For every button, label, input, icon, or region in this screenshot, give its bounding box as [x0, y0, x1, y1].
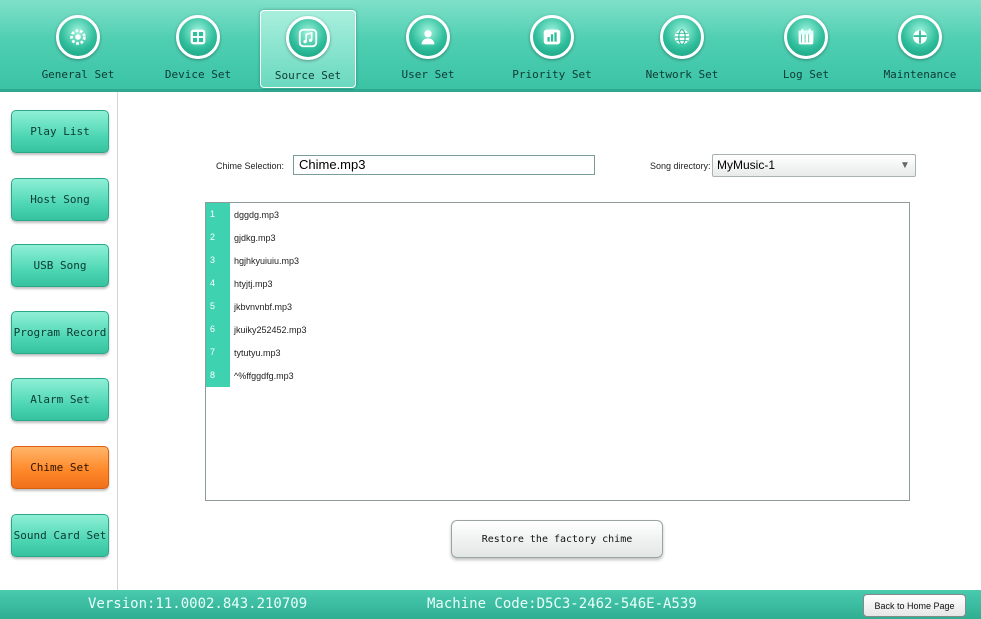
footer-bar: Version:11.0002.843.210709 Machine Code:… — [0, 590, 981, 619]
song-name: htyjtj.mp3 — [234, 278, 273, 289]
list-item[interactable]: 7 tytutyu.mp3 — [206, 341, 909, 364]
nav-label: User Set — [401, 68, 455, 81]
song-directory-select[interactable]: MyMusic-1 ▼ — [712, 154, 916, 177]
nav-label: General Set — [41, 68, 115, 81]
sidebar-item-sound-card-set[interactable]: Sound Card Set — [11, 514, 109, 557]
nav-label: Device Set — [164, 68, 232, 81]
song-number: 3 — [206, 249, 230, 272]
user-icon — [406, 15, 450, 59]
nav-source-set[interactable]: Source Set — [260, 10, 356, 88]
list-item[interactable]: 8 ^%ffggdfg.mp3 — [206, 364, 909, 387]
sidebar-item-play-list[interactable]: Play List — [11, 110, 109, 153]
top-nav-bar: General Set Device Set Source Set User S… — [0, 0, 981, 92]
gear-icon — [56, 15, 100, 59]
nav-label: Network Set — [645, 68, 719, 81]
nav-label: Log Set — [782, 68, 830, 81]
sidebar-item-label: Play List — [30, 125, 90, 138]
sidebar-item-label: Program Record — [13, 326, 107, 339]
restore-factory-chime-button[interactable]: Restore the factory chime — [451, 520, 663, 558]
sidebar-item-usb-song[interactable]: USB Song — [11, 244, 109, 287]
list-item[interactable]: 3 hgjhkyuiuiu.mp3 — [206, 249, 909, 272]
nav-label: Source Set — [274, 69, 342, 82]
song-number: 8 — [206, 364, 230, 387]
sidebar-item-chime-set[interactable]: Chime Set — [11, 446, 109, 489]
song-number: 5 — [206, 295, 230, 318]
song-name: jkbvnvnbf.mp3 — [234, 301, 293, 312]
sidebar-item-program-record[interactable]: Program Record — [11, 311, 109, 354]
chime-selection-label: Chime Selection: — [216, 161, 285, 171]
song-name: jkuiky252452.mp3 — [234, 324, 307, 335]
list-item[interactable]: 2 gjdkg.mp3 — [206, 226, 909, 249]
song-name: dggdg.mp3 — [234, 209, 280, 220]
song-number: 6 — [206, 318, 230, 341]
sidebar-item-label: USB Song — [33, 259, 87, 272]
nav-maintenance[interactable]: Maintenance — [872, 10, 968, 88]
list-item[interactable]: 4 htyjtj.mp3 — [206, 272, 909, 295]
music-note-icon — [286, 16, 330, 60]
bar-chart-icon — [530, 15, 574, 59]
sidebar-item-label: Sound Card Set — [13, 529, 107, 542]
chevron-down-icon[interactable]: ▼ — [895, 155, 915, 176]
chime-selection-field[interactable]: Chime.mp3 — [293, 155, 595, 175]
nav-general-set[interactable]: General Set — [30, 10, 126, 88]
song-number: 2 — [206, 226, 230, 249]
list-item[interactable]: 6 jkuiky252452.mp3 — [206, 318, 909, 341]
list-item[interactable]: 5 jkbvnvnbf.mp3 — [206, 295, 909, 318]
song-name: ^%ffggdfg.mp3 — [234, 370, 294, 381]
nav-device-set[interactable]: Device Set — [150, 10, 246, 88]
song-directory-label: Song directory: — [650, 161, 711, 171]
list-item[interactable]: 1 dggdg.mp3 — [206, 203, 909, 226]
sidebar-item-host-song[interactable]: Host Song — [11, 178, 109, 221]
nav-priority-set[interactable]: Priority Set — [504, 10, 600, 88]
song-name: hgjhkyuiuiu.mp3 — [234, 255, 300, 266]
back-to-home-button[interactable]: Back to Home Page — [863, 594, 966, 617]
song-number: 4 — [206, 272, 230, 295]
song-number: 1 — [206, 203, 230, 226]
song-name: tytutyu.mp3 — [234, 347, 281, 358]
song-directory-value: MyMusic-1 — [717, 158, 776, 172]
nav-label: Priority Set — [512, 68, 592, 81]
nav-network-set[interactable]: Network Set — [634, 10, 730, 88]
device-grid-icon — [176, 15, 220, 59]
sidebar: Play List Host Song USB Song Program Rec… — [0, 92, 118, 590]
nav-user-set[interactable]: User Set — [380, 10, 476, 88]
sidebar-item-alarm-set[interactable]: Alarm Set — [11, 378, 109, 421]
calendar-icon — [784, 15, 828, 59]
version-text: Version:11.0002.843.210709 — [88, 596, 308, 612]
song-number: 7 — [206, 341, 230, 364]
sidebar-item-label: Alarm Set — [30, 393, 90, 406]
song-name: gjdkg.mp3 — [234, 232, 276, 243]
sidebar-item-label: Chime Set — [30, 461, 90, 474]
machine-code-text: Machine Code:D5C3-2462-546E-A539 — [427, 596, 697, 612]
globe-icon — [660, 15, 704, 59]
nav-label: Maintenance — [883, 68, 957, 81]
sidebar-item-label: Host Song — [30, 193, 90, 206]
song-list[interactable]: 1 dggdg.mp3 2 gjdkg.mp3 3 hgjhkyuiuiu.mp3 4… — [205, 202, 910, 501]
nav-log-set[interactable]: Log Set — [758, 10, 854, 88]
shield-icon — [898, 15, 942, 59]
